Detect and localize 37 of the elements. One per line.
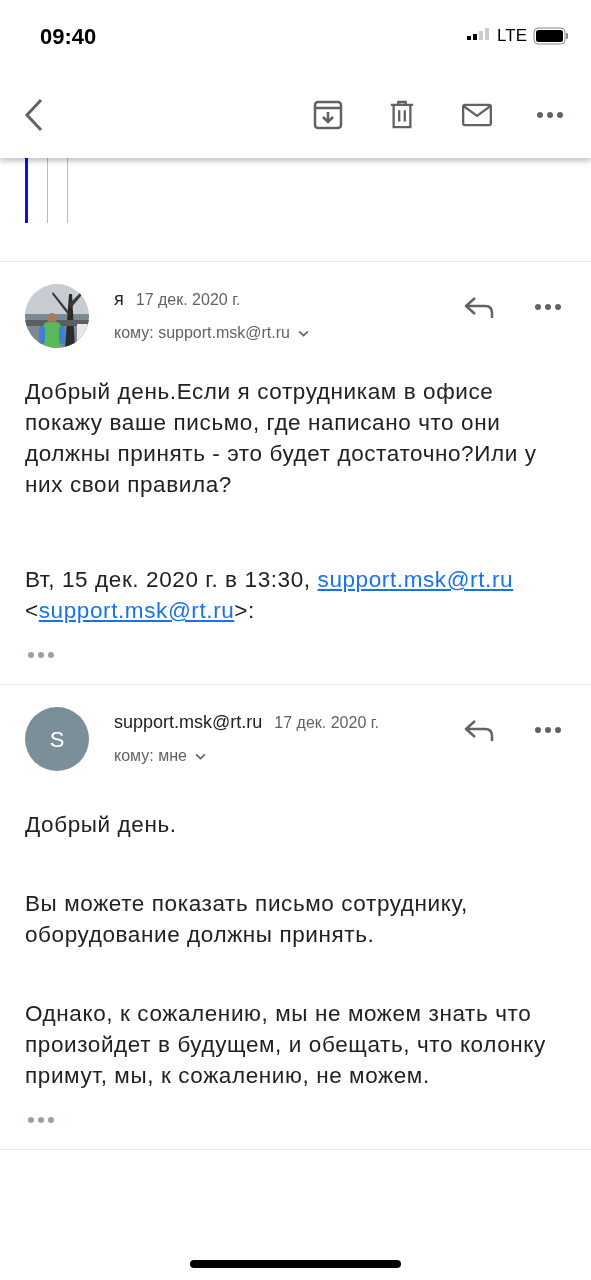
message-paragraph: Добрый день. — [25, 811, 178, 839]
more-icon — [535, 304, 561, 310]
email-link[interactable]: support.msk@rt.ru — [38, 598, 235, 623]
message-date: 17 дек. 2020 г. — [274, 713, 380, 733]
recipient-toggle[interactable]: кому: мне — [114, 744, 206, 768]
chevron-down-icon — [298, 329, 309, 337]
reply-icon — [463, 295, 495, 319]
sender-avatar: S — [25, 707, 89, 771]
envelope-icon — [461, 103, 493, 127]
sender-name: я — [114, 288, 124, 311]
ellipsis-icon — [28, 652, 54, 658]
battery-icon — [533, 27, 569, 45]
recipient-toggle[interactable]: кому: support.msk@rt.ru — [114, 321, 309, 345]
delete-button[interactable] — [389, 100, 415, 130]
message-paragraph: Вы можете показать письмо сотруднику, оборудование должны принять. — [25, 890, 469, 949]
sender-name: support.msk@rt.ru — [114, 711, 263, 734]
mark-unread-button[interactable] — [461, 103, 493, 127]
quote-header: Вт, 15 дек. 2020 г. в 13:30, support.msk@rt.ru <support.msk@rt.ru>: — [25, 566, 515, 625]
status-time: 09:40 — [40, 22, 97, 51]
message-paragraph: Добрый день.Если я сотрудникам в офисе покажу ваше письмо, где написано что они должны принять - это будет достаточно?Или у них свои правила? — [25, 378, 538, 499]
message-date: 17 дек. 2020 г. — [135, 290, 241, 310]
ellipsis-icon — [28, 1117, 54, 1123]
more-icon — [535, 727, 561, 733]
show-trimmed-button[interactable] — [28, 1115, 54, 1125]
trash-icon — [389, 100, 415, 130]
archive-icon — [313, 100, 343, 130]
network-label: LTE — [497, 25, 527, 48]
show-trimmed-button[interactable] — [28, 650, 54, 660]
back-button[interactable] — [24, 98, 44, 132]
email-link[interactable]: support.msk@rt.ru — [317, 567, 514, 592]
reply-icon — [463, 718, 495, 742]
archive-button[interactable] — [313, 100, 343, 130]
back-icon — [24, 98, 44, 132]
chevron-down-icon — [194, 752, 206, 760]
more-icon — [537, 112, 563, 118]
more-button[interactable] — [537, 112, 563, 118]
message-paragraph: Однако, к сожалению, мы не можем знать что произойдет в будущем, и обещать, что колонку примут, мы, к сожалению, не можем. — [25, 1000, 547, 1090]
